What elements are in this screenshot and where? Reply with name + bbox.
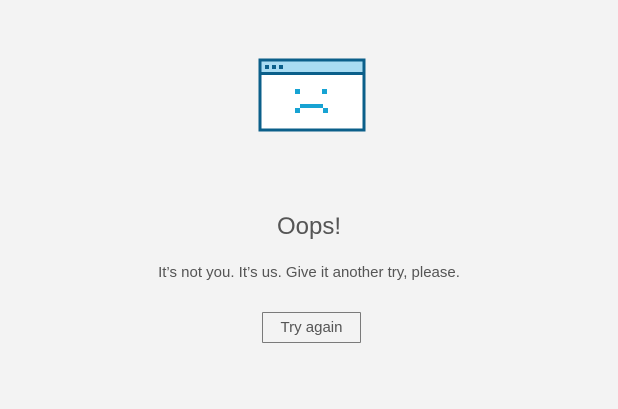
error-page: Oops! It’s not you. It’s us. Give it ano…: [0, 0, 618, 409]
error-message: It’s not you. It’s us. Give it another t…: [158, 264, 460, 281]
sad-browser-window-icon: [258, 58, 366, 132]
error-title: Oops!: [276, 213, 342, 240]
try-again-button[interactable]: Try again: [262, 312, 361, 343]
